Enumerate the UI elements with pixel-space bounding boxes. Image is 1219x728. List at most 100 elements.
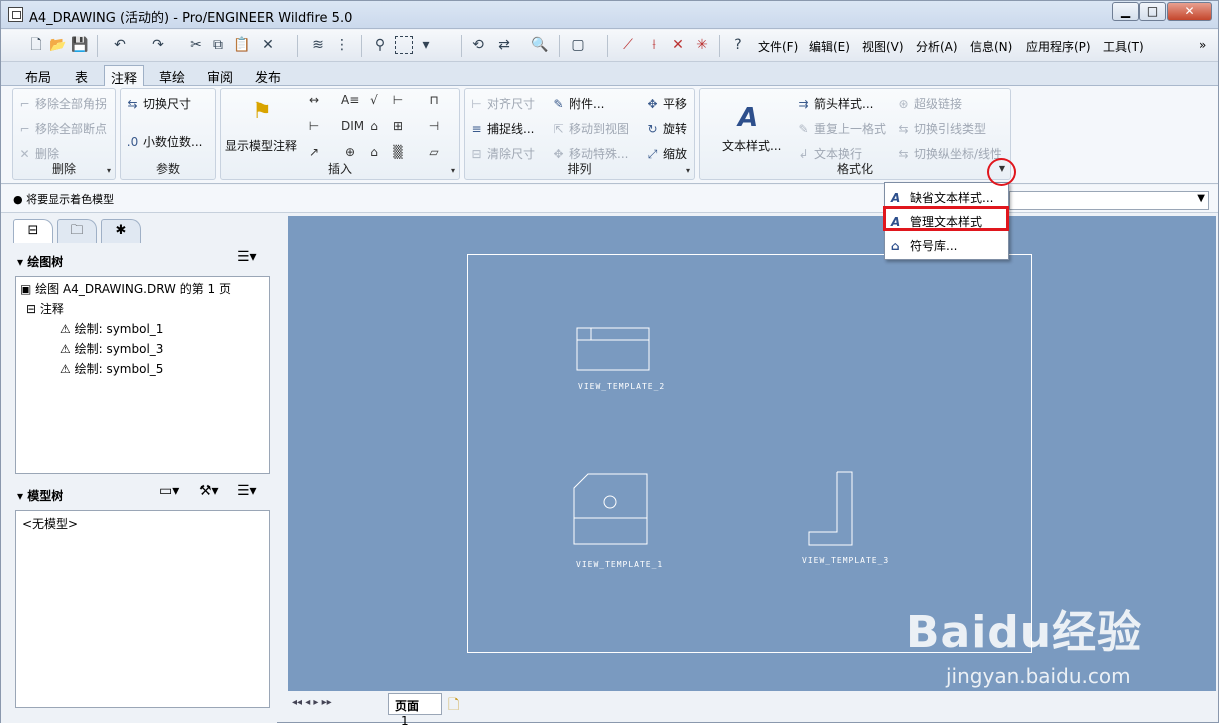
datum-plane-icon[interactable]: ⟋: [619, 36, 637, 54]
tab-review[interactable]: 审阅: [201, 65, 239, 86]
display-style-icon[interactable]: ▢: [569, 36, 587, 54]
model-tree-title[interactable]: ▾ 模型树: [17, 487, 63, 504]
view-label[interactable]: VIEW_TEMPLATE_3: [802, 556, 889, 565]
tab-sketch[interactable]: 草绘: [153, 65, 191, 86]
minimize-button[interactable]: ▁: [1112, 2, 1139, 21]
group-expand-icon[interactable]: ▾: [686, 166, 690, 175]
new-page-icon[interactable]: 🗋: [448, 694, 459, 718]
rotate-button[interactable]: ↻ 旋转: [645, 120, 687, 137]
view-label[interactable]: VIEW_TEMPLATE_1: [576, 560, 663, 569]
group-expand-icon[interactable]: ▾: [451, 166, 455, 175]
remove-all-breaks-button[interactable]: ⌐ 移除全部断点: [17, 120, 107, 137]
select-box-icon[interactable]: [395, 36, 413, 54]
menu-applications[interactable]: 应用程序(P): [1026, 38, 1091, 55]
paste-icon[interactable]: 📋: [233, 36, 251, 54]
cosmetic-thread-icon[interactable]: ▒: [389, 145, 407, 159]
layers-icon[interactable]: ≋: [309, 36, 327, 54]
page-tab[interactable]: 页面 1: [388, 693, 442, 728]
weld-icon[interactable]: ⌂: [365, 145, 383, 159]
arrow-style-button[interactable]: ⇉ 箭头样式...: [796, 95, 873, 112]
show-model-annotations-button[interactable]: 显示模型注释: [225, 137, 297, 154]
drawing-tree-title[interactable]: ▾ 绘图树: [17, 253, 63, 270]
window-title: A4_DRAWING (活动的) - Pro/ENGINEER Wildfire…: [29, 11, 353, 26]
group-expand-icon[interactable]: ▾: [107, 166, 111, 175]
tab-table[interactable]: 表: [69, 65, 94, 86]
ordinate-baseline-icon[interactable]: ⊢: [305, 119, 323, 133]
toggle-leader-type-button[interactable]: ⇆ 切换引线类型: [896, 120, 986, 137]
align-dimension-button[interactable]: ⊢ 对齐尺寸: [469, 95, 535, 112]
menu-analysis[interactable]: 分析(A): [916, 38, 958, 55]
tree-settings-icon[interactable]: ☰▾: [237, 483, 257, 499]
symbol-icon: ⚠: [60, 362, 71, 376]
favorites-tab-icon[interactable]: ✱: [101, 219, 141, 243]
folder-browser-tab-icon[interactable]: 🗀: [57, 219, 97, 243]
snap-line-button[interactable]: ≡ 捕捉线...: [469, 120, 534, 137]
tree-settings-icon[interactable]: ☰▾: [237, 249, 257, 265]
filter-combo[interactable]: ▼: [1009, 191, 1209, 210]
repeat-last-format-button[interactable]: ✎ 重复上一格式: [796, 120, 886, 137]
coordinate-system-icon[interactable]: ✳: [693, 36, 711, 54]
page-navigation-arrows-icon[interactable]: ◂◂ ◂ ▸ ▸▸: [292, 697, 332, 708]
tree-root-item[interactable]: ▣ 绘图 A4_DRAWING.DRW 的第 1 页: [20, 280, 231, 297]
leader-icon[interactable]: ↗: [305, 145, 323, 159]
tree-symbol-item[interactable]: ⚠ 绘制: symbol_5: [60, 360, 163, 377]
tree-structure-icon[interactable]: ⋮: [333, 36, 351, 54]
view-label[interactable]: VIEW_TEMPLATE_2: [578, 382, 665, 391]
regenerate-icon[interactable]: ⟲: [469, 36, 487, 54]
gtol-icon[interactable]: ⊞: [389, 119, 407, 133]
datum-target-icon[interactable]: ⊕: [341, 145, 359, 159]
hyperlink-button[interactable]: ⊛ 超级链接: [896, 95, 962, 112]
tree-symbol-item[interactable]: ⚠ 绘制: symbol_1: [60, 320, 163, 337]
menu-file[interactable]: 文件(F): [758, 38, 798, 55]
tree-annotation-node[interactable]: ⊟ 注释: [26, 300, 64, 317]
ordinate-dim-icon[interactable]: ⊢: [389, 93, 407, 107]
tab-layout[interactable]: 布局: [19, 65, 57, 86]
menu-info[interactable]: 信息(N): [970, 38, 1012, 55]
symbol-icon[interactable]: ⌂: [365, 119, 383, 133]
datum-point-icon[interactable]: ✕: [669, 36, 687, 54]
toggle-dimension-button[interactable]: ⇆ 切换尺寸: [125, 95, 191, 112]
tools-hammer-icon[interactable]: ⚒▾: [199, 483, 219, 499]
repaint-icon[interactable]: ⇄: [495, 36, 513, 54]
tab-annotate[interactable]: 注释: [104, 65, 145, 87]
menu-overflow-chevron[interactable]: »: [1199, 38, 1206, 52]
datum-feature-icon[interactable]: DIM: [341, 119, 364, 133]
reference-dim-icon[interactable]: ⊓: [425, 93, 443, 107]
menu-tools[interactable]: 工具(T): [1103, 38, 1144, 55]
default-text-style-menu-item[interactable]: A 缺省文本样式...: [889, 186, 1006, 208]
menu-edit[interactable]: 编辑(E): [809, 38, 850, 55]
select-dropdown-icon[interactable]: ▾: [417, 36, 435, 54]
zoom-icon[interactable]: 🔍: [531, 36, 549, 54]
menu-view[interactable]: 视图(V): [862, 38, 904, 55]
undo-icon[interactable]: ↶: [111, 36, 129, 54]
attachment-button[interactable]: ✎ 附件...: [551, 95, 604, 112]
symbol-gallery-menu-item[interactable]: ⌂ 符号库...: [889, 234, 1006, 256]
close-button[interactable]: ✕: [1167, 2, 1212, 21]
save-icon[interactable]: 💾: [71, 36, 89, 54]
cleanup-icon: ⊟: [471, 147, 482, 161]
model-tree-tab-icon[interactable]: ⊟: [13, 219, 53, 243]
surface-finish-icon[interactable]: √: [365, 93, 383, 107]
note-icon[interactable]: A≡: [341, 93, 359, 107]
redo-icon[interactable]: ↷: [149, 36, 167, 54]
new-file-icon[interactable]: 🗋: [27, 36, 45, 54]
copy-icon[interactable]: ⧉: [209, 36, 227, 54]
dimension-icon[interactable]: ↔: [305, 93, 323, 107]
text-style-button[interactable]: 文本样式...: [722, 137, 781, 154]
remove-all-jogs-button[interactable]: ⌐ 移除全部角拐: [17, 95, 107, 112]
pan-button[interactable]: ✥ 平移: [645, 95, 687, 112]
maximize-button[interactable]: □: [1139, 2, 1166, 21]
move-to-view-button[interactable]: ⇱ 移动到视图: [551, 120, 629, 137]
cut-icon[interactable]: ✂: [187, 36, 205, 54]
open-folder-icon[interactable]: 📂: [49, 36, 67, 54]
tab-publish[interactable]: 发布: [249, 65, 287, 86]
delete-icon[interactable]: ✕: [259, 36, 277, 54]
tree-symbol-item[interactable]: ⚠ 绘制: symbol_3: [60, 340, 163, 357]
context-help-icon[interactable]: ?: [729, 36, 747, 54]
axis-icon[interactable]: ⊣: [425, 119, 443, 133]
find-binoculars-icon[interactable]: ⚲: [371, 36, 389, 54]
parallelogram-icon[interactable]: ▱: [425, 145, 443, 159]
decimal-places-button[interactable]: .0 小数位数...: [125, 133, 203, 150]
model-display-icon[interactable]: ▭▾: [159, 483, 179, 499]
datum-axis-icon[interactable]: ⟊: [645, 36, 663, 54]
